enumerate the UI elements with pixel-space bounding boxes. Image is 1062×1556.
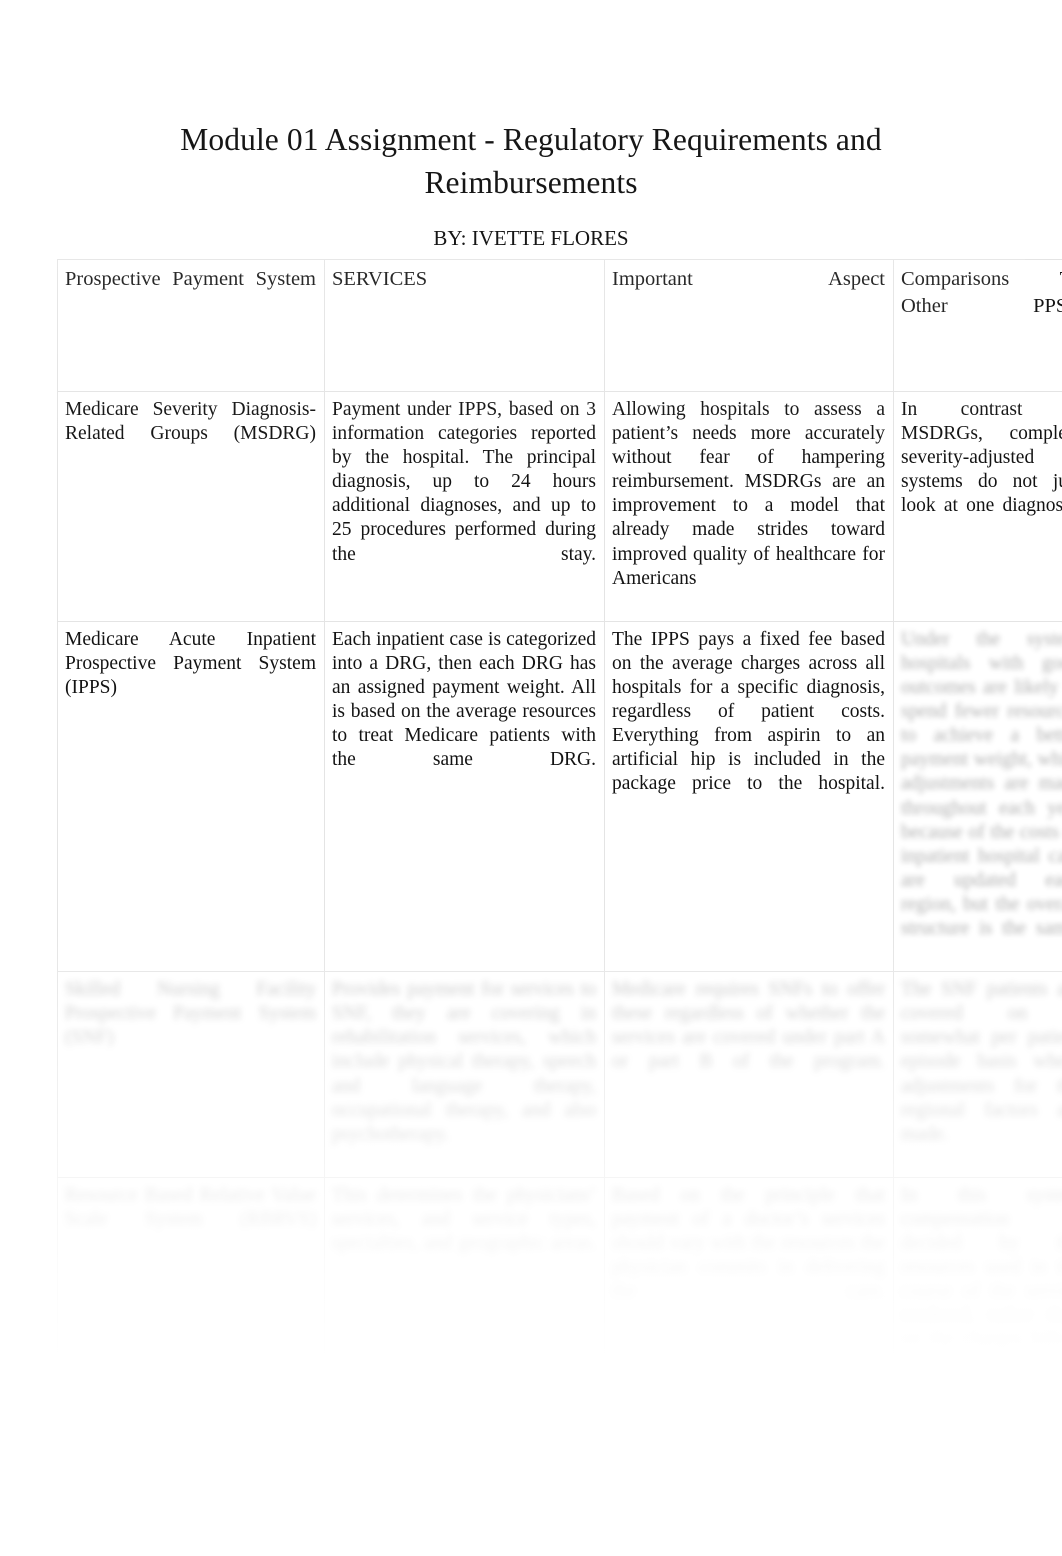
cell-comparisons-msdrg: In contrast to MSDRGs, complete severity… [893,391,1062,622]
cell-system-rbrvs: Resource Based Relative Value Scale Syst… [57,1176,325,1384]
cell-comparisons-ipps: Under the system hospitals with good out… [893,620,1062,973]
cell-important-aspect-ipps: The IPPS pays a fixed fee based on the a… [604,620,894,973]
table-header-row: Prospective Payment System SERVICES Impo… [57,259,1062,392]
table-row: Medicare Acute Inpatient Prospective Pay… [57,620,1062,973]
pps-comparison-table-wrapper: Prospective Payment System SERVICES Impo… [57,259,1062,1384]
table-row: Resource Based Relative Value Scale Syst… [57,1176,1062,1384]
page-bottom-blank [0,1356,1062,1556]
page-title: Module 01 Assignment - Regulatory Requir… [180,122,882,200]
table-row: Medicare Severity Diagnosis-Related Grou… [57,391,1062,622]
cell-system-ipps: Medicare Acute Inpatient Prospective Pay… [57,620,325,973]
cell-comparisons-snf: The SNF patients are covered on a somewh… [893,971,1062,1178]
cell-services-ipps: Each inpatient case is categorized into … [324,620,605,973]
cell-important-aspect-snf: Medicare requires SNFs to offer these re… [604,971,894,1178]
column-header-comparisons: Comparisons To Other PPS’s [893,259,1062,392]
column-header-important-aspect: Important Aspect [604,259,894,392]
column-header-services: SERVICES [324,259,605,392]
table-row: Skilled Nursing Facility Prospective Pay… [57,971,1062,1178]
cell-important-aspect-rbrvs: Based on the principle that payment of a… [604,1176,894,1384]
cell-services-rbrvs: This determines the physicians’ services… [324,1176,605,1384]
document-byline: BY: IVETTE FLORES [433,226,629,250]
cell-services-msdrg: Payment under IPPS, based on 3 informati… [324,391,605,622]
pps-comparison-table: Prospective Payment System SERVICES Impo… [57,259,1062,1384]
cell-system-msdrg: Medicare Severity Diagnosis-Related Grou… [57,391,325,622]
document-page: Module 01 Assignment - Regulatory Requir… [0,0,1062,1556]
cell-important-aspect-msdrg: Allowing hospitals to assess a patient’s… [604,391,894,622]
cell-services-snf: Provides payment for services to SNF, th… [324,971,605,1178]
cell-comparisons-rbrvs: In this system compensation is decided b… [893,1176,1062,1384]
cell-system-snf: Skilled Nursing Facility Prospective Pay… [57,971,325,1178]
column-header-prospective-payment-system: Prospective Payment System [57,259,325,392]
